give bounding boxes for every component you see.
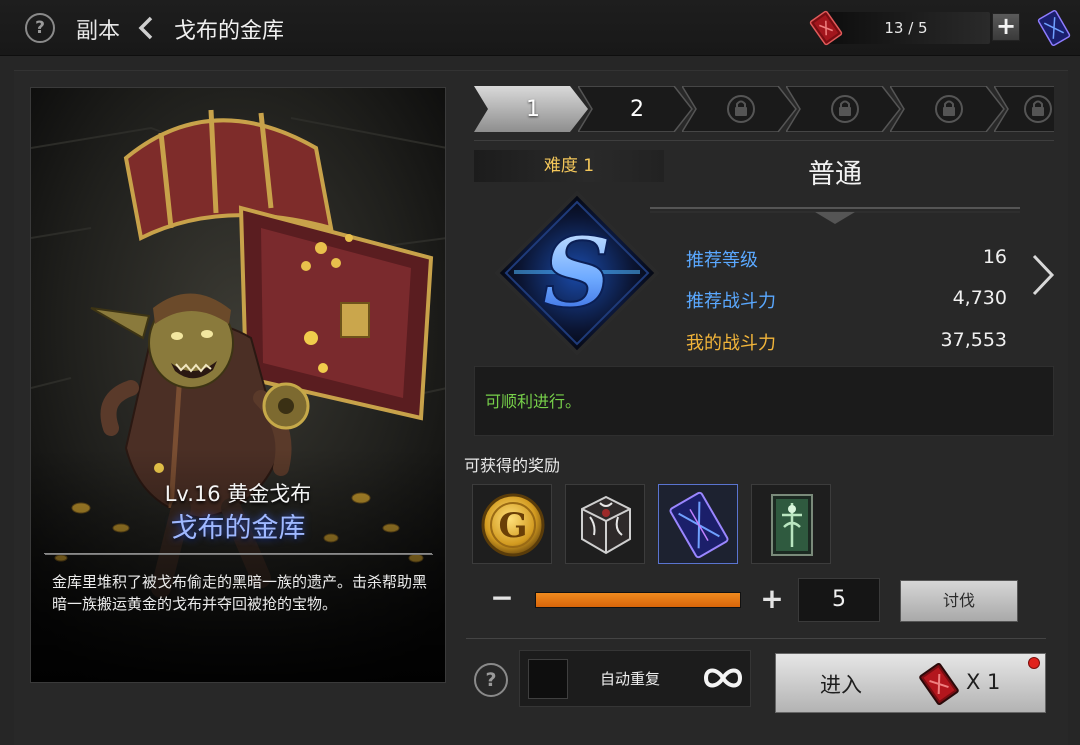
sweep-button[interactable]: 讨伐 <box>900 580 1018 622</box>
blue-card-icon <box>669 491 729 559</box>
decrease-button[interactable]: − <box>490 583 514 617</box>
chevron-right-icon[interactable] <box>1030 252 1056 298</box>
reward-item-blue-card[interactable] <box>658 484 738 564</box>
red-ticket-icon <box>919 662 959 706</box>
recommended-power-value: 4,730 <box>952 287 1007 309</box>
tab-stage-locked[interactable] <box>994 86 1054 132</box>
dungeon-name: 戈布的金库 <box>170 513 306 544</box>
lock-icon <box>935 95 963 123</box>
dark-cube-icon <box>581 495 631 555</box>
breadcrumb-root[interactable]: 副本 <box>76 13 120 45</box>
auto-repeat-label: 自动重复 <box>600 670 661 688</box>
stage-label: 1 <box>526 96 540 122</box>
chevron-left-icon[interactable] <box>136 15 156 41</box>
recommended-level-label: 推荐等级 <box>686 250 758 271</box>
my-power-value: 37,553 <box>940 329 1007 351</box>
reward-item-cube[interactable] <box>565 484 645 564</box>
green-card-icon <box>771 494 813 556</box>
auto-repeat-checkbox[interactable] <box>528 659 568 699</box>
svg-text:G: G <box>498 506 527 546</box>
ticket-count: 13 / 5 <box>884 19 928 37</box>
help-icon: ? <box>35 18 45 38</box>
recommended-power-label: 推荐战斗力 <box>686 291 776 312</box>
card-divider <box>45 554 433 555</box>
increase-button[interactable]: + <box>760 583 784 617</box>
tab-stage-locked[interactable] <box>890 86 1008 132</box>
recommended-level-value: 16 <box>982 246 1007 268</box>
quantity-slider-fill <box>536 593 740 607</box>
add-ticket-button[interactable]: + <box>992 13 1020 41</box>
divider <box>474 140 1054 141</box>
reward-item-gold[interactable]: G <box>472 484 552 564</box>
notification-dot <box>1028 657 1040 669</box>
ornament-divider <box>650 207 1020 224</box>
enter-button-label: 进入 <box>820 673 862 697</box>
quantity-slider[interactable] <box>535 592 741 608</box>
card-separator <box>44 553 432 554</box>
difficulty-name: 普通 <box>808 159 862 190</box>
help-button[interactable]: ? <box>25 13 55 43</box>
rank-letter: S <box>542 216 611 329</box>
enter-cost: X 1 <box>966 670 1001 694</box>
dungeon-description: 金库里堆积了被戈布偷走的黑暗一族的遗产。击杀帮助黑暗一族搬运黄金的戈布并夺回被抢… <box>52 573 428 613</box>
tab-stage-locked[interactable] <box>786 86 904 132</box>
help-icon: ? <box>485 669 497 691</box>
page-title: 戈布的金库 <box>174 19 285 44</box>
my-power-label: 我的战斗力 <box>686 333 776 354</box>
rank-s-icon: S <box>494 190 660 356</box>
infinity-icon <box>703 668 743 688</box>
divider <box>466 638 1046 639</box>
lock-icon <box>831 95 859 123</box>
enter-button[interactable] <box>775 653 1046 713</box>
stage-label: 2 <box>630 96 644 122</box>
boss-level-name: Lv.16 黄金戈布 <box>164 482 312 506</box>
quantity-value[interactable]: 5 <box>798 578 880 622</box>
ticket-counter: 13 / 5 <box>822 12 990 44</box>
blue-ticket-icon <box>1037 9 1071 47</box>
stage-tabs: 1 2 <box>474 86 1054 132</box>
tab-stage-2[interactable]: 2 <box>578 86 696 132</box>
help-button[interactable]: ? <box>474 663 508 697</box>
lock-icon <box>1024 95 1052 123</box>
reward-item-green-card[interactable] <box>751 484 831 564</box>
tab-stage-locked[interactable] <box>682 86 800 132</box>
tab-stage-1[interactable]: 1 <box>474 86 592 132</box>
status-message: 可顺利进行。 <box>485 392 582 411</box>
difficulty-label: 难度 1 <box>543 156 595 176</box>
lock-icon <box>727 95 755 123</box>
rewards-title: 可获得的奖励 <box>464 456 561 475</box>
red-ticket-icon <box>809 10 843 46</box>
gold-coin-icon: G <box>481 493 545 557</box>
